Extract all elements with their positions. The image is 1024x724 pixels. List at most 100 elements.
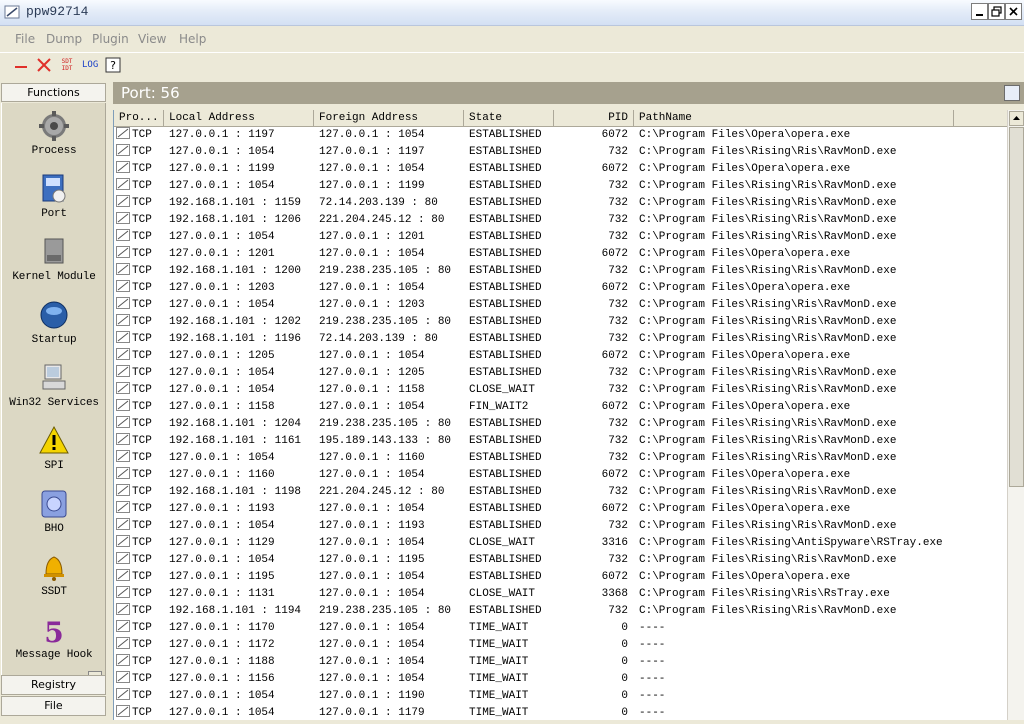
table-row[interactable]: TCP 192.168.1.101 : 1161 195.189.143.133 :… — [114, 433, 1008, 450]
table-row[interactable]: TCP 127.0.0.1 : 1156 127.0.0.1 : 1054 TIME_… — [114, 671, 1008, 688]
state-cell: ESTABLISHED — [469, 554, 542, 566]
local-address-cell: 127.0.0.1 : 1156 — [169, 673, 275, 685]
menu-file[interactable]: File — [15, 32, 35, 46]
registry-tab[interactable]: Registry — [1, 675, 106, 695]
state-cell: TIME_WAIT — [469, 639, 529, 651]
table-row[interactable]: TCP 127.0.0.1 : 1054 127.0.0.1 : 1158 CLOSE… — [114, 382, 1008, 399]
local-address-cell: 127.0.0.1 : 1160 — [169, 469, 275, 481]
col-pathname-header[interactable]: PathName — [634, 110, 954, 126]
file-tab[interactable]: File — [1, 696, 106, 716]
panel-options-icon[interactable] — [1004, 85, 1020, 101]
foreign-address-cell: 127.0.0.1 : 1054 — [319, 350, 425, 362]
func-bho[interactable]: BHO — [2, 487, 106, 535]
table-row[interactable]: TCP 127.0.0.1 : 1131 127.0.0.1 : 1054 CLOSE… — [114, 586, 1008, 603]
pid-cell: 6072 — [601, 503, 628, 515]
gear-icon — [39, 111, 69, 141]
foreign-address-cell: 127.0.0.1 : 1054 — [319, 673, 425, 685]
protocol-text: TCP — [132, 180, 152, 192]
func-port[interactable]: Port — [2, 172, 106, 220]
local-address-cell: 127.0.0.1 : 1205 — [169, 350, 275, 362]
table-row[interactable]: TCP 192.168.1.101 : 1206 221.204.245.12 : … — [114, 212, 1008, 229]
func-kernel-module[interactable]: Kernel Module — [2, 235, 106, 283]
table-row[interactable]: TCP 127.0.0.1 : 1054 127.0.0.1 : 1199 ESTAB… — [114, 178, 1008, 195]
protocol-cell: TCP — [116, 637, 152, 654]
protocol-text: TCP — [132, 350, 152, 362]
table-row[interactable]: TCP 127.0.0.1 : 1054 127.0.0.1 : 1203 ESTAB… — [114, 297, 1008, 314]
functions-header[interactable]: Functions — [1, 83, 106, 102]
table-row[interactable]: TCP 192.168.1.101 : 1204 219.238.235.105 :… — [114, 416, 1008, 433]
table-row[interactable]: TCP 127.0.0.1 : 1054 127.0.0.1 : 1205 ESTAB… — [114, 365, 1008, 382]
table-row[interactable]: TCP 127.0.0.1 : 1054 127.0.0.1 : 1193 ESTAB… — [114, 518, 1008, 535]
table-row[interactable]: TCP 127.0.0.1 : 1054 127.0.0.1 : 1190 TIME_… — [114, 688, 1008, 705]
menu-help[interactable]: Help — [179, 32, 206, 46]
func-spi[interactable]: SPI — [2, 424, 106, 472]
table-row[interactable]: TCP 127.0.0.1 : 1054 127.0.0.1 : 1201 ESTAB… — [114, 229, 1008, 246]
table-row[interactable]: TCP 127.0.0.1 : 1054 127.0.0.1 : 1195 ESTAB… — [114, 552, 1008, 569]
table-row[interactable]: TCP 192.168.1.101 : 1159 72.14.203.139 : 8… — [114, 195, 1008, 212]
state-cell: CLOSE_WAIT — [469, 537, 536, 549]
scroll-up-button[interactable] — [1009, 111, 1024, 126]
local-address-cell: 127.0.0.1 : 1054 — [169, 690, 275, 702]
foreign-address-cell: 127.0.0.1 : 1199 — [319, 180, 425, 192]
func-win32-services[interactable]: Win32 Services — [2, 361, 106, 409]
table-row[interactable]: TCP 192.168.1.101 : 1198 221.204.245.12 : … — [114, 484, 1008, 501]
table-row[interactable]: TCP 127.0.0.1 : 1193 127.0.0.1 : 1054 ESTAB… — [114, 501, 1008, 518]
close-button[interactable] — [1005, 3, 1022, 20]
table-row[interactable]: TCP 127.0.0.1 : 1054 127.0.0.1 : 1160 ESTAB… — [114, 450, 1008, 467]
table-row[interactable]: TCP 127.0.0.1 : 1170 127.0.0.1 : 1054 TIME_… — [114, 620, 1008, 637]
sdt-idt-tool-button[interactable]: SDT IDT — [58, 56, 76, 74]
local-address-cell: 127.0.0.1 : 1195 — [169, 571, 275, 583]
chevron-up-icon — [1013, 116, 1020, 120]
table-row[interactable]: TCP 127.0.0.1 : 1199 127.0.0.1 : 1054 ESTAB… — [114, 161, 1008, 178]
col-foreign-address-header[interactable]: Foreign Address — [314, 110, 464, 126]
col-protocol-header[interactable]: Pro... — [114, 110, 164, 126]
protocol-cell: TCP — [116, 399, 152, 416]
menu-plugin[interactable]: Plugin — [92, 32, 129, 46]
table-row[interactable]: TCP 127.0.0.1 : 1203 127.0.0.1 : 1054 ESTAB… — [114, 280, 1008, 297]
func-message-hook[interactable]: 5 Message Hook — [2, 613, 106, 661]
table-vertical-scrollbar[interactable] — [1007, 110, 1024, 720]
scroll-thumb[interactable] — [1009, 127, 1024, 487]
minus-tool-button[interactable] — [12, 56, 30, 74]
table-row[interactable]: TCP 192.168.1.101 : 1200 219.238.235.105 :… — [114, 263, 1008, 280]
table-row[interactable]: TCP 127.0.0.1 : 1201 127.0.0.1 : 1054 ESTAB… — [114, 246, 1008, 263]
protocol-text: TCP — [132, 656, 152, 668]
menu-dump[interactable]: Dump — [46, 32, 82, 46]
table-row[interactable]: TCP 127.0.0.1 : 1197 127.0.0.1 : 1054 ESTAB… — [114, 127, 1008, 144]
kill-tool-button[interactable] — [35, 56, 53, 74]
func-process[interactable]: Process — [2, 109, 106, 157]
func-startup[interactable]: Startup — [2, 298, 106, 346]
col-local-address-header[interactable]: Local Address — [164, 110, 314, 126]
protocol-cell: TCP — [116, 450, 152, 467]
state-cell: TIME_WAIT — [469, 707, 529, 719]
table-row[interactable]: TCP 192.168.1.101 : 1196 72.14.203.139 : 8… — [114, 331, 1008, 348]
table-row[interactable]: TCP 127.0.0.1 : 1205 127.0.0.1 : 1054 ESTAB… — [114, 348, 1008, 365]
table-row[interactable]: TCP 127.0.0.1 : 1054 127.0.0.1 : 1197 ESTAB… — [114, 144, 1008, 161]
state-cell: ESTABLISHED — [469, 146, 542, 158]
pid-cell: 6072 — [601, 401, 628, 413]
protocol-text: TCP — [132, 452, 152, 464]
log-tool-button[interactable]: LOG — [82, 56, 98, 74]
table-row[interactable]: TCP 192.168.1.101 : 1194 219.238.235.105 :… — [114, 603, 1008, 620]
local-address-cell: 127.0.0.1 : 1054 — [169, 367, 275, 379]
table-row[interactable]: TCP 127.0.0.1 : 1188 127.0.0.1 : 1054 TIME_… — [114, 654, 1008, 671]
table-row[interactable]: TCP 127.0.0.1 : 1195 127.0.0.1 : 1054 ESTAB… — [114, 569, 1008, 586]
table-row[interactable]: TCP 127.0.0.1 : 1160 127.0.0.1 : 1054 ESTAB… — [114, 467, 1008, 484]
help-tool-button[interactable]: ? — [104, 56, 122, 74]
table-row[interactable]: TCP 127.0.0.1 : 1158 127.0.0.1 : 1054 FIN_W… — [114, 399, 1008, 416]
func-ssdt[interactable]: SSDT — [2, 550, 106, 598]
col-state-header[interactable]: State — [464, 110, 554, 126]
restore-button[interactable] — [988, 3, 1005, 20]
hook-five-icon: 5 — [44, 616, 63, 647]
table-row[interactable]: TCP 192.168.1.101 : 1202 219.238.235.105 :… — [114, 314, 1008, 331]
connection-icon — [116, 654, 130, 666]
menu-view[interactable]: View — [138, 32, 166, 46]
protocol-cell: TCP — [116, 603, 152, 620]
pathname-cell: C:\Program Files\Opera\opera.exe — [639, 282, 851, 294]
table-row[interactable]: TCP 127.0.0.1 : 1129 127.0.0.1 : 1054 CLOSE… — [114, 535, 1008, 552]
table-row[interactable]: TCP 127.0.0.1 : 1172 127.0.0.1 : 1054 TIME_… — [114, 637, 1008, 654]
minimize-button[interactable] — [971, 3, 988, 20]
port-icon — [42, 174, 66, 203]
table-row[interactable]: TCP 127.0.0.1 : 1054 127.0.0.1 : 1179 TIME_… — [114, 705, 1008, 720]
col-pid-header[interactable]: PID — [554, 110, 634, 126]
